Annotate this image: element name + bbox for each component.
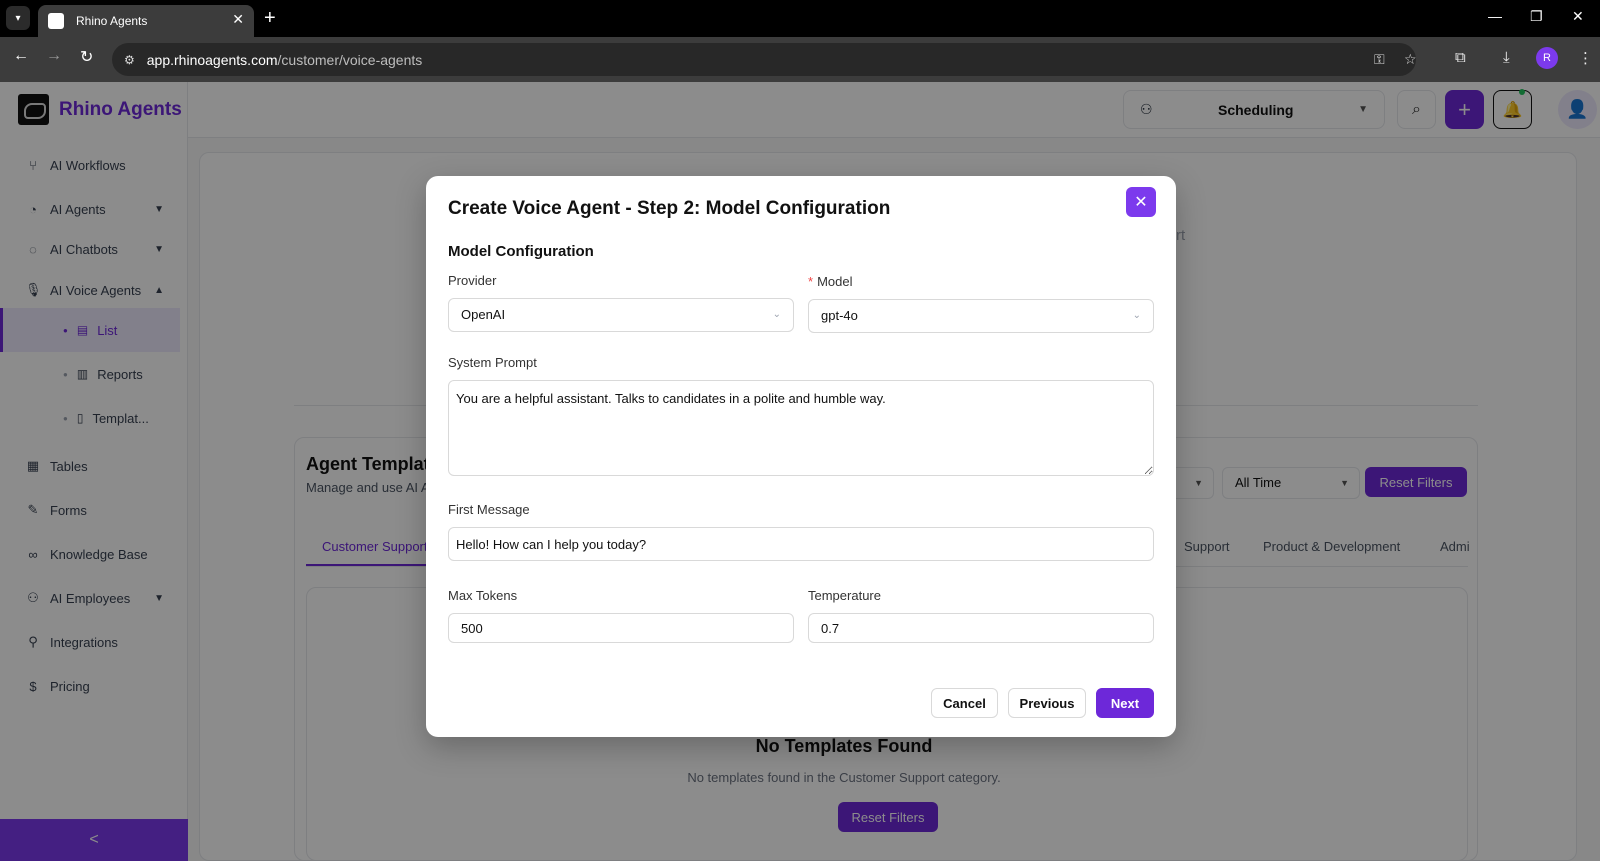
url-path: /customer/voice-agents xyxy=(277,51,423,68)
provider-label: Provider xyxy=(448,273,497,288)
system-prompt-label: System Prompt xyxy=(448,355,537,370)
bookmark-star-icon[interactable]: ☆ xyxy=(1404,43,1417,76)
password-key-icon[interactable]: ⚿ xyxy=(1374,43,1385,76)
create-voice-agent-modal: Create Voice Agent - Step 2: Model Confi… xyxy=(426,176,1176,737)
temperature-input[interactable] xyxy=(808,613,1154,643)
next-button[interactable]: Next xyxy=(1096,688,1154,718)
max-tokens-input[interactable] xyxy=(448,613,794,643)
model-select[interactable]: gpt-4o ⌄ xyxy=(808,299,1154,333)
max-tokens-label: Max Tokens xyxy=(448,588,518,603)
browser-toolbar: ← → ↻ ⚙ app.rhinoagents.com /customer/vo… xyxy=(0,37,1600,82)
browser-profile-avatar[interactable]: R xyxy=(1536,47,1558,69)
back-icon[interactable]: ← xyxy=(13,47,29,65)
model-label-text: Model xyxy=(817,274,853,289)
previous-button[interactable]: Previous xyxy=(1008,688,1086,718)
modal-title: Create Voice Agent - Step 2: Model Confi… xyxy=(448,198,891,219)
download-icon[interactable]: ⤓ xyxy=(1503,49,1510,66)
minimize-icon[interactable]: — xyxy=(1488,8,1502,24)
system-prompt-textarea[interactable]: You are a helpful assistant. Talks to ca… xyxy=(448,380,1154,476)
new-tab-button[interactable]: + xyxy=(264,6,276,30)
forward-icon[interactable]: → xyxy=(46,47,62,65)
browser-menu-icon[interactable]: ⋮ xyxy=(1578,49,1593,67)
site-info-icon[interactable]: ⚙ xyxy=(124,53,135,67)
provider-select[interactable]: OpenAI ⌄ xyxy=(448,298,794,332)
section-title: Model Configuration xyxy=(448,243,594,260)
browser-tab-strip: ▾ Rhino Agents ✕ + — ❐ ✕ xyxy=(0,0,1600,37)
model-value: gpt-4o xyxy=(821,308,858,323)
restore-icon[interactable]: ❐ xyxy=(1530,8,1543,25)
close-icon: ✕ xyxy=(1134,194,1148,211)
temperature-label: Temperature xyxy=(808,588,881,603)
cancel-button[interactable]: Cancel xyxy=(931,688,998,718)
window-close-icon[interactable]: ✕ xyxy=(1572,8,1584,25)
provider-value: OpenAI xyxy=(461,307,506,322)
first-message-input[interactable] xyxy=(448,527,1154,561)
chevron-down-icon: ⌄ xyxy=(772,309,781,320)
first-message-label: First Message xyxy=(448,502,530,517)
browser-tab[interactable]: Rhino Agents ✕ xyxy=(38,5,254,37)
required-asterisk: * xyxy=(808,274,814,289)
reload-icon[interactable]: ↻ xyxy=(80,47,93,67)
extensions-icon[interactable]: ⧉ xyxy=(1455,49,1466,66)
url-domain: app.rhinoagents.com xyxy=(146,51,278,68)
tab-close-icon[interactable]: ✕ xyxy=(232,11,244,28)
favicon-icon xyxy=(48,13,64,29)
modal-close-button[interactable]: ✕ xyxy=(1126,187,1156,217)
address-bar[interactable]: ⚙ app.rhinoagents.com /customer/voice-ag… xyxy=(112,43,1417,76)
tab-search-button[interactable]: ▾ xyxy=(6,6,30,30)
tab-title: Rhino Agents xyxy=(76,14,148,28)
chevron-down-icon: ⌄ xyxy=(1132,310,1141,321)
model-label: * Model xyxy=(808,274,852,289)
